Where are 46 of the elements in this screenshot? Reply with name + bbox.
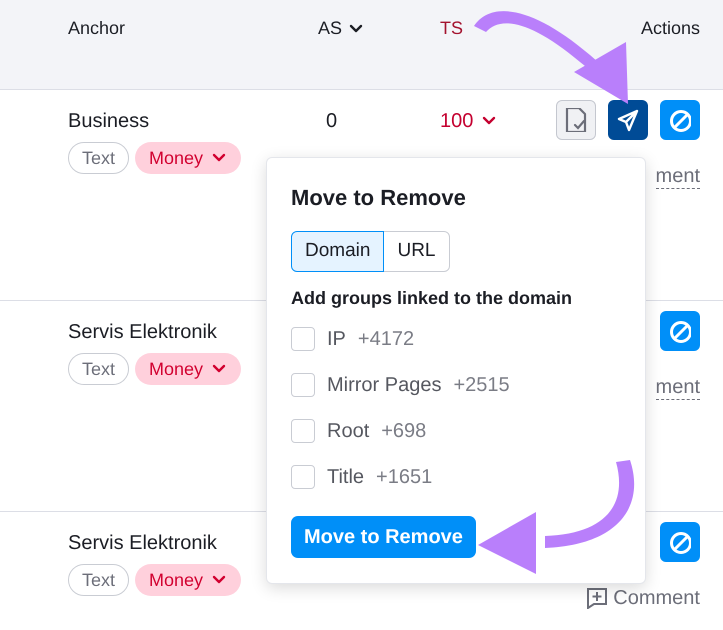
checkbox[interactable]: [291, 465, 315, 489]
block-icon: [669, 319, 691, 343]
checkbox-label: Mirror Pages: [327, 373, 442, 398]
count-label: +698: [381, 419, 426, 444]
comment-link[interactable]: Comment: [587, 586, 700, 610]
anchor-text: Servis Elektronik: [68, 320, 217, 345]
checkbox-label: Title: [327, 465, 364, 490]
count-label: +4172: [358, 327, 414, 352]
block-button[interactable]: [660, 311, 700, 351]
anchor-text: Servis Elektronik: [68, 531, 217, 556]
block-button[interactable]: [660, 100, 700, 140]
column-header: Anchor: [68, 17, 126, 39]
add-comment-icon: [587, 588, 608, 608]
block-button[interactable]: [660, 522, 700, 562]
comment-link[interactable]: ment: [656, 375, 700, 400]
block-icon: [669, 530, 691, 554]
score-dropdown[interactable]: 100: [440, 108, 498, 134]
tag-dropdown[interactable]: Money: [135, 353, 242, 385]
count-label: +1651: [376, 465, 432, 490]
checkbox[interactable]: [291, 327, 315, 351]
count-label: +2515: [453, 373, 510, 398]
checkbox-label: Root: [327, 419, 370, 444]
tag-dropdown[interactable]: Money: [135, 564, 242, 596]
table-cell: 0: [326, 110, 338, 132]
checkbox-label: IP: [327, 327, 346, 352]
document-check-icon: [565, 108, 587, 132]
checkbox[interactable]: [291, 419, 315, 443]
review-button[interactable]: [556, 100, 596, 140]
scope-tab[interactable]: URL: [383, 231, 450, 272]
comment-link[interactable]: ment: [656, 164, 700, 189]
send-button[interactable]: [608, 100, 648, 140]
tag: Text: [68, 142, 130, 174]
scope-tab[interactable]: Domain: [291, 231, 384, 272]
tag: Text: [68, 353, 130, 385]
paper-plane-icon: [617, 108, 639, 132]
popup-title: Move to Remove: [291, 184, 467, 212]
column-header[interactable]: AS: [318, 17, 342, 39]
column-header: TS: [440, 17, 464, 39]
block-icon: [669, 108, 691, 132]
tag-dropdown[interactable]: Money: [135, 142, 242, 174]
tag: Text: [68, 564, 130, 596]
checkbox[interactable]: [291, 373, 315, 397]
anchor-text: Business: [68, 109, 150, 134]
move-to-remove-button[interactable]: Move to Remove: [291, 516, 476, 558]
column-header: Actions: [640, 17, 700, 39]
section-heading: Add groups linked to the domain: [291, 287, 573, 310]
